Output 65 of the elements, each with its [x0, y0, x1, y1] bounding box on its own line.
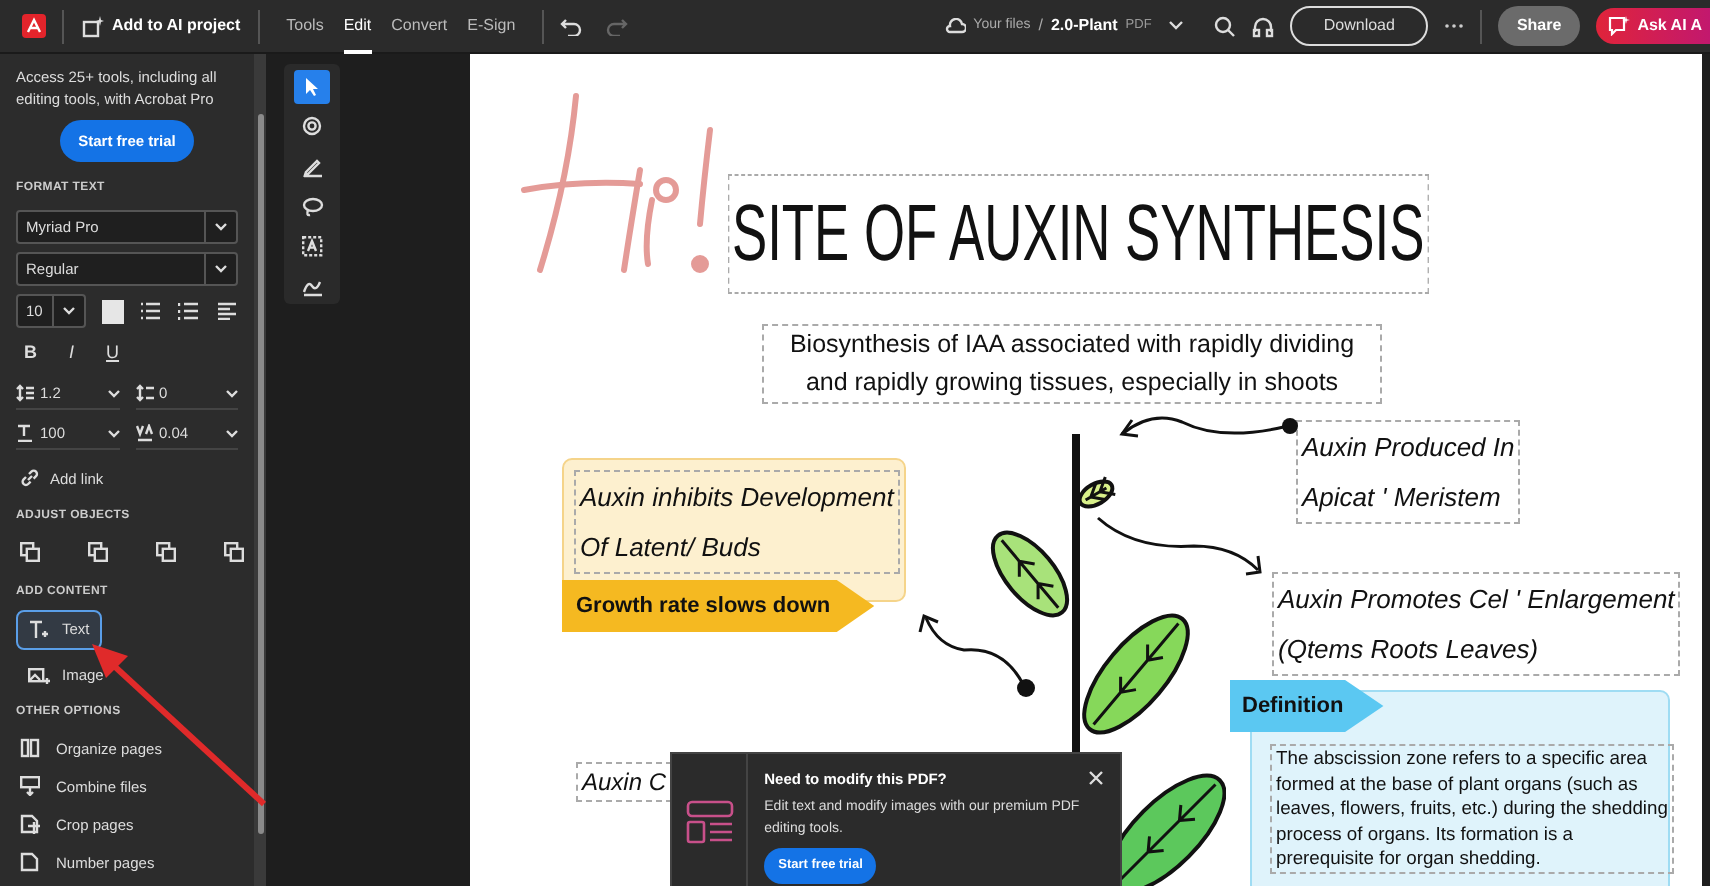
align-icon[interactable]	[216, 302, 238, 321]
chevron-down-icon	[107, 389, 119, 398]
signature-icon	[301, 276, 323, 298]
document-text: Auxin inhibits Development Of Latent/ Buds	[574, 470, 900, 574]
menu-tab[interactable]: Tools	[276, 0, 334, 53]
document-title: SITE OF AUXIN SYNTHESIS	[728, 174, 1429, 294]
acrobat-logo-icon[interactable]	[22, 14, 46, 38]
chevron-down-icon	[61, 306, 76, 317]
close-icon[interactable]	[1088, 770, 1104, 786]
undo-icon[interactable]	[559, 17, 582, 35]
more-icon[interactable]	[1444, 22, 1465, 30]
lasso-icon	[301, 196, 323, 218]
chevron-down-icon	[226, 389, 238, 398]
download-button[interactable]: Download	[1289, 6, 1429, 46]
paragraph-spacing-icon	[135, 384, 153, 403]
add-to-ai-project-button[interactable]: Add to AI project	[80, 12, 243, 40]
chevron-down-icon[interactable]	[1167, 20, 1184, 32]
page-number-icon	[20, 852, 40, 873]
image-icon	[28, 665, 50, 686]
pointer-icon	[301, 76, 323, 98]
pages-icon	[20, 738, 40, 759]
document-text: Auxin Produced In Apicat ' Meristem	[1296, 420, 1521, 524]
bring-forward-icon[interactable]	[20, 541, 40, 562]
chevron-down-icon	[226, 429, 238, 438]
chevron-down-icon	[107, 429, 119, 438]
line-spacing-icon	[16, 384, 34, 403]
combine-icon	[20, 776, 40, 797]
cloud-icon	[943, 18, 966, 34]
comment-icon	[301, 116, 323, 138]
chat-sparkle-icon	[1607, 16, 1630, 36]
document-text: Auxin Promotes Cel ' Enlargement (Qtems Roots Leaves)	[1272, 572, 1681, 676]
definition-text: The abscission zone refers to a specific area formed at the base of plant organs (such as leaves, flowers, fruits, etc.) during the shedding process of organs. Its formation is a prerequisite for organ shedding.	[1270, 744, 1674, 874]
text-box-icon	[301, 236, 323, 258]
bulleted-list-icon[interactable]	[140, 302, 162, 321]
underline-button[interactable]: U	[106, 340, 120, 368]
chevron-down-icon	[214, 264, 228, 275]
send-backward-icon[interactable]	[88, 541, 108, 562]
menu-tab[interactable]: E-Sign	[457, 0, 526, 53]
text-icon	[28, 619, 50, 640]
menu-tab[interactable]: Convert	[381, 0, 458, 53]
share-button[interactable]: Share	[1498, 6, 1580, 46]
sparkle-icon	[82, 15, 104, 37]
chevron-down-icon	[214, 222, 228, 233]
breadcrumb-separator: /	[1038, 14, 1043, 38]
headphones-icon[interactable]	[1251, 15, 1274, 37]
text-scale-icon	[16, 424, 34, 443]
file-name: 2.0-Plant	[1050, 14, 1118, 38]
growth-tag: Growth rate slows down	[562, 580, 875, 632]
link-icon	[20, 468, 40, 489]
character-spacing-icon	[135, 424, 153, 443]
italic-button[interactable]: I	[69, 340, 75, 368]
document-subtitle: Biosynthesis of IAA associated with rapidly dividing and rapidly growing tissues, especially in shoots	[762, 324, 1382, 404]
menu-tab[interactable]: Edit	[333, 0, 382, 53]
definition-tag: Definition	[1230, 680, 1384, 732]
bold-button[interactable]: B	[24, 340, 37, 368]
send-to-back-icon[interactable]	[224, 541, 244, 562]
pen-icon	[301, 156, 323, 178]
crop-icon	[20, 814, 40, 835]
numbered-list-icon[interactable]	[178, 302, 200, 321]
color-swatch[interactable]	[101, 299, 124, 324]
redo-icon	[605, 17, 628, 35]
search-icon[interactable]	[1213, 15, 1236, 37]
ask-ai-button[interactable]: Ask AI A	[1595, 8, 1710, 44]
layout-icon	[685, 800, 734, 844]
bring-to-front-icon[interactable]	[156, 541, 176, 562]
